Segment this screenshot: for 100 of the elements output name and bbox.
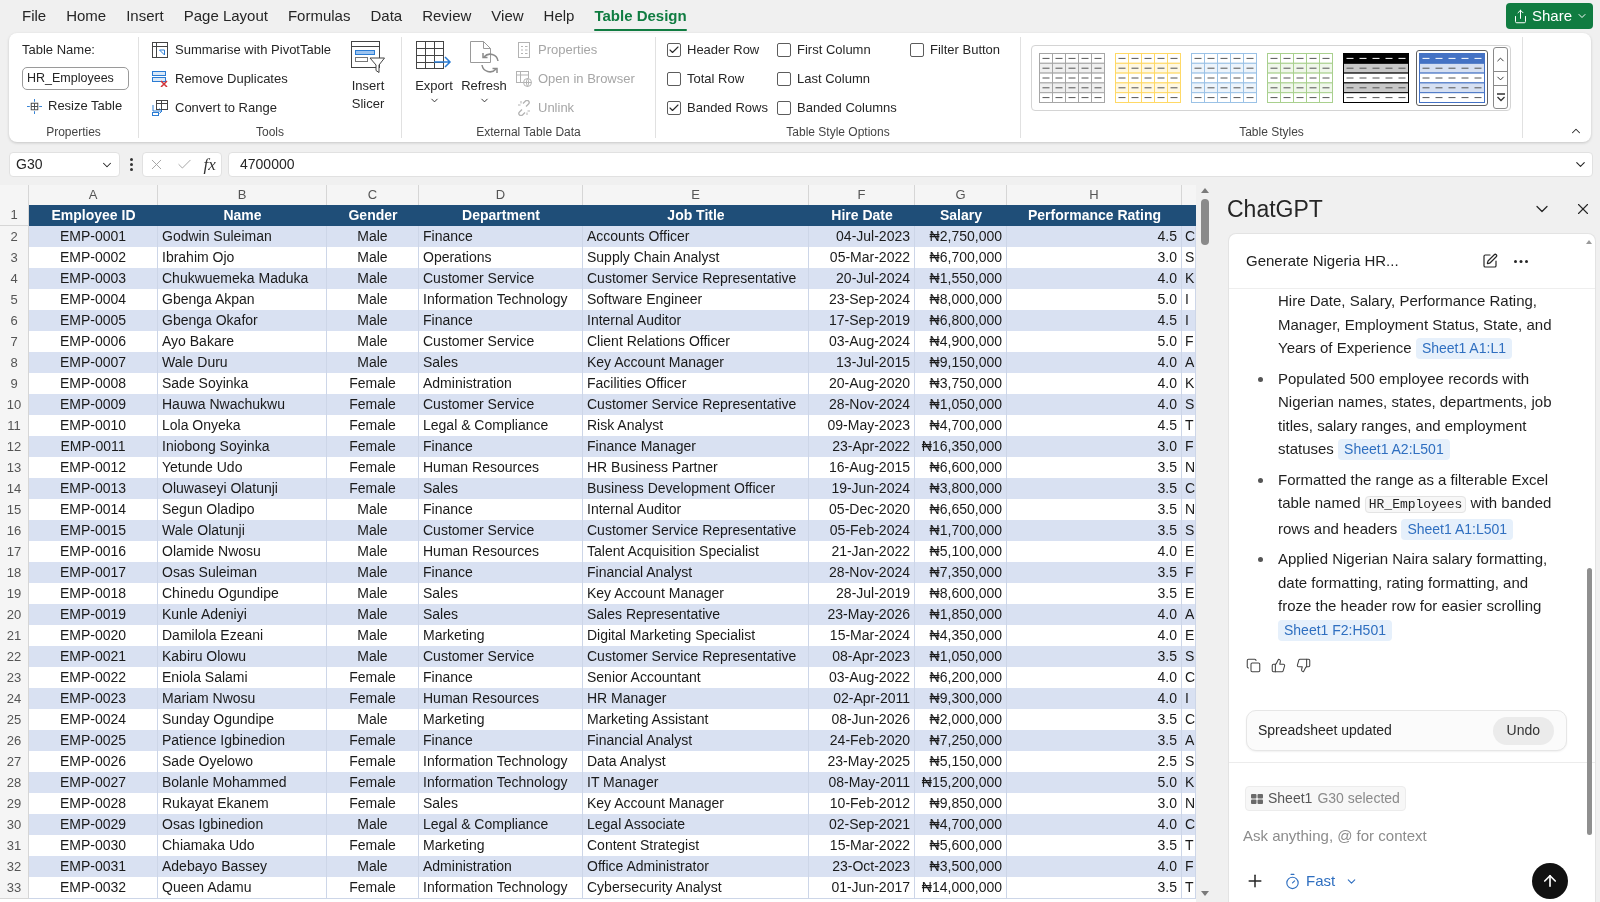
- insert-function-button[interactable]: fx: [203, 154, 216, 175]
- large-ribbon-button[interactable]: Export: [410, 38, 458, 122]
- checkbox-label[interactable]: Banded Rows: [687, 98, 768, 118]
- row-number[interactable]: 24: [0, 688, 29, 710]
- new-chat-button[interactable]: [1481, 252, 1499, 270]
- menu-tab[interactable]: Data: [360, 0, 413, 32]
- large-ribbon-button[interactable]: Refresh: [460, 38, 508, 122]
- row-number[interactable]: 29: [0, 793, 29, 815]
- row-number[interactable]: 3: [0, 247, 29, 269]
- row-number[interactable]: 10: [0, 394, 29, 416]
- row-number[interactable]: 12: [0, 436, 29, 458]
- menu-tab[interactable]: Formulas: [277, 0, 361, 32]
- row-number[interactable]: 33: [0, 877, 29, 899]
- table-cell: Administration: [419, 373, 583, 395]
- checkbox-label[interactable]: Total Row: [687, 69, 745, 89]
- row-number[interactable]: 13: [0, 457, 29, 479]
- checkbox-label[interactable]: Header Row: [687, 40, 760, 60]
- row-number[interactable]: 20: [0, 604, 29, 626]
- checkbox[interactable]: [667, 43, 681, 57]
- row-number[interactable]: 27: [0, 751, 29, 773]
- more-vertical-icon[interactable]: [130, 158, 133, 171]
- thumbs-down-icon[interactable]: [1296, 658, 1311, 673]
- menu-tab[interactable]: File: [12, 0, 57, 32]
- menu-tab[interactable]: Table Design: [584, 0, 697, 32]
- checkbox-label[interactable]: Banded Columns: [797, 98, 897, 118]
- row-number[interactable]: 21: [0, 625, 29, 647]
- checkbox-label[interactable]: Filter Button: [930, 40, 1001, 60]
- row-number[interactable]: 28: [0, 772, 29, 794]
- insert-slicer-button[interactable]: Insert Slicer: [343, 38, 393, 122]
- table-cell: Male: [327, 268, 419, 290]
- row-number[interactable]: 14: [0, 478, 29, 500]
- row-number[interactable]: 31: [0, 835, 29, 857]
- table-cell: Customer Service: [419, 331, 583, 353]
- checkbox[interactable]: [667, 101, 681, 115]
- row-number[interactable]: 25: [0, 709, 29, 731]
- range-chip[interactable]: Sheet1 A2:L501: [1338, 439, 1450, 460]
- row-number[interactable]: 1: [0, 205, 29, 226]
- table-cell: 23-May-2026: [809, 604, 915, 626]
- context-chip[interactable]: Sheet1 G30 selected: [1245, 786, 1406, 811]
- row-number[interactable]: 30: [0, 814, 29, 836]
- checkbox-label[interactable]: First Column: [797, 40, 871, 60]
- row-number[interactable]: 2: [0, 226, 29, 248]
- row-number[interactable]: 19: [0, 583, 29, 605]
- share-button[interactable]: Share: [1505, 3, 1593, 29]
- row-number[interactable]: 11: [0, 415, 29, 437]
- row-number[interactable]: 7: [0, 331, 29, 353]
- copy-icon[interactable]: [1246, 658, 1261, 673]
- table-cell: EMP-0024: [29, 709, 158, 731]
- checkbox[interactable]: [910, 43, 924, 57]
- menu-tab[interactable]: Home: [56, 0, 117, 32]
- name-box[interactable]: G30: [9, 152, 120, 177]
- menu-tab[interactable]: Insert: [116, 0, 174, 32]
- row-number[interactable]: 9: [0, 373, 29, 395]
- share-icon: [1512, 8, 1528, 24]
- thumbs-up-icon[interactable]: [1271, 658, 1286, 673]
- tool-command[interactable]: Convert to Range: [152, 96, 277, 120]
- row-number[interactable]: 5: [0, 289, 29, 311]
- row-number[interactable]: 16: [0, 520, 29, 542]
- tool-command[interactable]: Summarise with PivotTable: [152, 38, 332, 62]
- checkbox[interactable]: [777, 101, 791, 115]
- table-cell: Financial Analyst: [583, 562, 809, 584]
- row-number[interactable]: 4: [0, 268, 29, 290]
- range-chip[interactable]: Sheet1 A1:L501: [1401, 518, 1514, 540]
- chat-input[interactable]: Ask anything, @ for context: [1243, 823, 1573, 847]
- table-cell: Ibrahim Ojo: [158, 247, 327, 269]
- checkbox-label[interactable]: Last Column: [797, 69, 870, 89]
- menu-tab[interactable]: View: [481, 0, 534, 32]
- table-cell: ₦5,600,000: [915, 835, 1007, 857]
- menu-tab[interactable]: Review: [412, 0, 482, 32]
- table-cell: 08-Apr-2023: [809, 646, 915, 668]
- table-cell: 05-Mar-2022: [809, 247, 915, 269]
- checkbox[interactable]: [667, 72, 681, 86]
- menu-tab[interactable]: Help: [533, 0, 585, 32]
- row-number[interactable]: 18: [0, 562, 29, 584]
- row-number[interactable]: 26: [0, 730, 29, 752]
- checkbox[interactable]: [777, 72, 791, 86]
- undo-button[interactable]: Undo: [1492, 716, 1554, 745]
- send-button[interactable]: [1532, 863, 1568, 899]
- scrollbar-thumb[interactable]: [1201, 199, 1209, 245]
- row-number[interactable]: 15: [0, 499, 29, 521]
- table-cell: Information Technology: [419, 772, 583, 794]
- row-number[interactable]: 22: [0, 646, 29, 668]
- tool-command[interactable]: Remove Duplicates: [152, 67, 288, 91]
- row-number[interactable]: 23: [0, 667, 29, 689]
- table-cell: Office Administrator: [583, 856, 809, 878]
- row-number[interactable]: 17: [0, 541, 29, 563]
- resize-table-button[interactable]: Resize Table: [22, 94, 123, 118]
- checkbox[interactable]: [777, 43, 791, 57]
- range-chip[interactable]: Sheet1 A1:L1: [1415, 338, 1512, 359]
- menu-tab[interactable]: Page Layout: [173, 0, 278, 32]
- mode-button[interactable]: Fast: [1284, 869, 1359, 893]
- table-cell: 4.0: [1007, 604, 1182, 626]
- row-number[interactable]: 32: [0, 856, 29, 878]
- row-number[interactable]: 6: [0, 310, 29, 332]
- range-chip[interactable]: Sheet1 F2:H501: [1278, 619, 1392, 641]
- table-name-field[interactable]: HR_Employees: [22, 67, 129, 90]
- scrollbar-thumb[interactable]: [1587, 568, 1592, 835]
- row-number[interactable]: 8: [0, 352, 29, 374]
- formula-field[interactable]: 4700000: [228, 152, 1593, 177]
- table-cell: Marketing: [419, 625, 583, 647]
